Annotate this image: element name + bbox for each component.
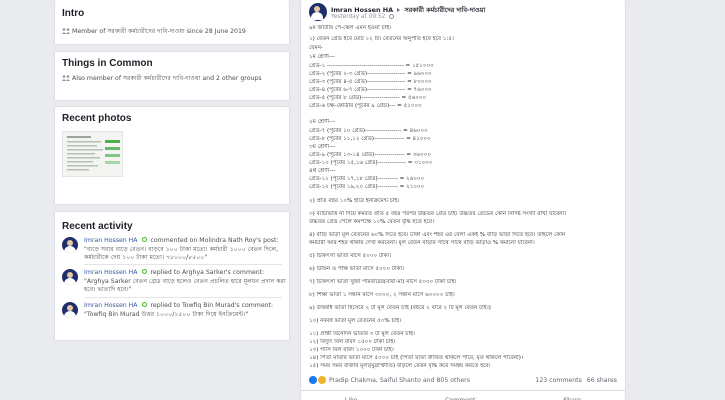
post-text-line: যেমন- [309, 45, 323, 51]
things-in-common-title: Things in Common [62, 58, 153, 69]
post-text-line: গ্রেড-৯ (পূর্বের ১৩-১৪ গ্রেড)-----------… [309, 152, 431, 158]
intro-member-text: Member of সরকারী কর্মচারীদের দাবি-দাওয়া… [72, 28, 246, 35]
avatar[interactable] [62, 237, 78, 253]
post-text-line: গ্রেড-১০ (পূর্বের ১৫,১৬ গ্রেড)----------… [309, 160, 433, 166]
post-text-line: ১) বেতন গ্রেড হবে মোট ১২ টি। বেতনের অনুপ… [309, 36, 454, 42]
post-text-line: ৪র্থ শ্রেণী--- [309, 168, 336, 174]
post-card: Imran Hossen HA সরকারী কর্মচারীদের দাবি-… [300, 0, 626, 400]
things-membership: Also member of সরকারী কর্মচারীদের দাবি-দ… [62, 74, 284, 84]
post-text-line: গ্রেড-৪ (পূর্বের ৬-৭ গ্রেড)-------------… [309, 87, 432, 93]
post-text-line: কর্মচারী আর শহর থাকার দেখা করবেনা। মূল ব… [309, 240, 535, 246]
post-text-line: ১০) নববর্ষ ভাতা মূল বেতনের ৫০% চাই। [309, 318, 402, 324]
avatar[interactable] [62, 269, 78, 285]
post-text-line: গ্রেড-১২ (পূর্বের ১৯,২০ গ্রেড)----------… [309, 184, 425, 190]
post-text-line: ১৩) গ্যাস বিল বাবদ ১০০০ টাকা চাই। [309, 347, 394, 353]
activity-author[interactable]: Imran Hossen HA [84, 302, 138, 309]
intro-title: Intro [62, 8, 85, 19]
online-icon [141, 269, 147, 274]
post-text-line: গ্রেড-৮ (পূর্বের ১১,১২ গ্রেড)-----------… [309, 136, 431, 142]
online-icon [141, 237, 147, 242]
post-text-line: ১৫) সময় সময় বাজার মূল্য(মুদ্রাস্ফীতি) … [309, 363, 491, 369]
post-text-line: গ্রেড-১ --------------------------------… [309, 63, 434, 69]
activity-item: Imran Hossen HA commented on Molindra Na… [62, 237, 299, 263]
post-text-line: গ্রেড-৩ (পূর্বের ৪-৫ গ্রেড)-------------… [309, 79, 432, 85]
shares-count[interactable]: 66 shares [587, 377, 617, 384]
intro-card: Intro Member of সরকারী কর্মচারীদের দাবি-… [54, 0, 290, 45]
activity-item: Imran Hossen HA replied to Towfiq Bin Mu… [62, 302, 299, 319]
post-text-line: ২) প্রতি বছর ১০% হারে ইনক্রিমেন্ট চাই। [309, 198, 400, 204]
triangle-right-icon [397, 8, 401, 12]
post-author-avatar[interactable] [309, 3, 327, 21]
recent-activity-card: Recent activity Imran Hossen HA commente… [54, 211, 290, 341]
recent-activity-title: Recent activity [62, 221, 133, 232]
post-text-line: ৫) চিকিৎসা ভাতা মাসে ৫০০০ টাকা। [309, 253, 392, 259]
activity-quote: "Towfiq Bin Murad উত্তর ১০০০/১৫০০ টাকা দ… [84, 310, 249, 318]
post-text-line: ৬) টিফিন ও পাক্ষ ভাতা মাসে ৫০০০ টাকা। [309, 266, 405, 272]
post-text-line: ৮) শিক্ষা ভাতা ১ সন্তান মাসে ৩০০০, ২ সন্… [309, 292, 455, 298]
things-in-common-card: Things in Common Also member of সরকারী ক… [54, 51, 290, 101]
post-text-line: গ্রেড-১১ (পূর্বের ১৭,১৮ গ্রেড)----------… [309, 176, 425, 182]
activity-author[interactable]: Imran Hossen HA [84, 269, 138, 276]
post-text-line: গ্রেড-৫ (পূর্বের ৮ গ্রেড)---------------… [309, 95, 427, 101]
love-reaction-icon [318, 376, 326, 384]
activity-item: Imran Hossen HA replied to Arghya Sarker… [62, 269, 299, 295]
reactions-summary[interactable]: Pradip Chakma, Saiful Shanto and 805 oth… [309, 376, 470, 384]
activity-quote: "বাড়ে সবার বাড়ে বেতন। বাড়বে ১০০ টাকা … [84, 245, 279, 262]
post-text-line: ৩) ব্যাচভিত্তি না দিয়ে কর্মরত প্রতি ৫ ব… [309, 211, 567, 217]
post-text-line: ১৪) পিতা মাতার ভাতা মাসে ৫০০০ চাই (পিতা … [309, 355, 523, 361]
post-text-line: ৪) বাড়ি ভাড়া মূল বেতনের ৬০% দিতে হবে। … [309, 232, 566, 238]
avatar[interactable] [62, 302, 78, 318]
post-action-bar: Like Comment Share [301, 390, 625, 400]
post-text-line: ১ম শ্রেণী--- [309, 54, 335, 60]
recent-photo-thumbnail[interactable] [62, 131, 123, 177]
globe-icon [389, 14, 395, 19]
activity-action[interactable]: replied to Towfiq Bin Murad's comment: [150, 302, 273, 309]
activity-author[interactable]: Imran Hossen HA [84, 237, 138, 244]
post-author[interactable]: Imran Hossen HA [331, 6, 393, 14]
group-icon [62, 28, 72, 37]
post-text-line: ১২) বিদ্যুৎ বিল বাবদ ১৫০০ টাকা চাই। [309, 339, 396, 345]
recent-photos-card: Recent photos [54, 106, 290, 205]
post-text-line: ৭) চিকিৎসা ভাতা খুজা পরিবারের(বাবা-মা) ম… [309, 279, 457, 285]
post-text-line: ২য় শ্রেণী--- [309, 119, 336, 125]
divider [84, 264, 282, 265]
post-text-line: গ্রেড-৬ চক্ষ-কোর্ডার (পূর্বের ৯ গ্রেড)--… [309, 103, 422, 109]
intro-membership: Member of সরকারী কর্মচারীদের দাবি-দাওয়া… [62, 27, 246, 37]
divider [84, 297, 282, 298]
like-button[interactable]: Like [345, 391, 357, 400]
group-icon [62, 75, 72, 84]
post-text-line: গ্রেড-২ (পূর্বের ২-৩ গ্রেড)-------------… [309, 71, 432, 77]
post-time[interactable]: Yesterday at 09:52 [331, 14, 395, 20]
activity-quote: "Arghya Sarker বেতন গ্রেড বাড়ে হলেও বেত… [84, 277, 286, 294]
comment-button[interactable]: Comment [445, 391, 475, 400]
post-text-line: ৯) উত্তরাধ ভাতা হিসেবে ২ টা মূল বেতন চাই… [309, 305, 491, 311]
comments-count[interactable]: 123 comments [535, 377, 581, 384]
post-text-line: গ্রেড-৭ (পূর্বের ১০ গ্রেড)--------------… [309, 128, 428, 134]
post-text-line: ১১) প্রান্তী বিনোদন ভাতার ৩ টা মূল বেতন … [309, 331, 415, 337]
activity-action[interactable]: replied to Arghya Sarker's comment: [150, 269, 264, 276]
activity-action[interactable]: commented on Molindra Nath Roy's post: [150, 237, 278, 244]
online-icon [141, 302, 147, 307]
post-counts: 123 comments 66 shares [535, 377, 617, 384]
post-group[interactable]: সরকারী কর্মচারীদের দাবি-দাওয়া [405, 6, 486, 14]
post-text-line: ৯ম জাতীয় পে-স্কেল এমন হওয়া চাই। [309, 25, 392, 31]
like-reaction-icon [309, 376, 317, 384]
recent-photos-title: Recent photos [62, 113, 132, 124]
post-text-line: উচ্চতর গ্রেড পেলে কমপক্ষে ১০% বেতন বৃদ্ধ… [309, 219, 435, 225]
reactions-text: Pradip Chakma, Saiful Shanto and 805 oth… [329, 376, 470, 384]
share-button[interactable]: Share [563, 391, 581, 400]
things-member-text[interactable]: Also member of সরকারী কর্মচারীদের দাবি-দ… [72, 74, 284, 84]
post-text-line: ৩য় শ্রেণী--- [309, 144, 336, 150]
